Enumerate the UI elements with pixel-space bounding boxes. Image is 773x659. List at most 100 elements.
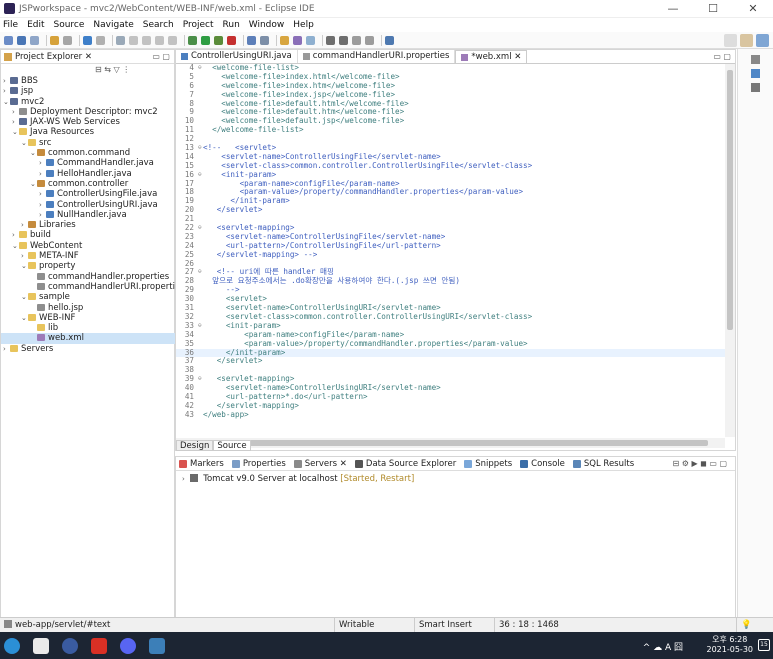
acrobat-icon[interactable] <box>91 637 107 654</box>
task-list-icon[interactable] <box>751 69 760 78</box>
vertical-scrollbar[interactable] <box>725 64 735 437</box>
tree-item[interactable]: ⌄ sample <box>1 292 175 302</box>
expand-chevron-icon[interactable]: › <box>182 475 185 483</box>
code-editor[interactable]: 4 ⊖ <welcome-file-list> 5 <welcome-file>in… <box>176 64 725 437</box>
external-tools-icon[interactable] <box>227 35 236 45</box>
filter-icon[interactable]: ▽ <box>114 65 120 74</box>
back-icon[interactable] <box>352 35 361 45</box>
debug-icon[interactable] <box>188 35 197 45</box>
code-line[interactable]: 20 </servlet> <box>176 205 725 215</box>
resume-icon[interactable] <box>116 35 125 45</box>
save-icon[interactable] <box>17 35 26 45</box>
notification-icon[interactable]: 15 <box>758 639 770 651</box>
editor-view-controls-icon[interactable]: ▭ ▢ <box>713 50 735 63</box>
coverage-icon[interactable] <box>214 35 223 45</box>
menu-source[interactable]: Source <box>54 20 85 30</box>
tree-chevron-icon[interactable]: ⌄ <box>12 241 19 251</box>
search-icon[interactable] <box>724 34 737 47</box>
photos-icon[interactable] <box>149 637 165 654</box>
tree-item[interactable]: › build <box>1 230 175 240</box>
minimized-view-icon[interactable] <box>751 83 760 92</box>
collapse-all-icon[interactable]: ⊟ <box>95 65 102 74</box>
open-folder-icon[interactable] <box>280 35 289 45</box>
eclipse-taskbar-icon[interactable] <box>62 637 78 654</box>
start-icon[interactable] <box>4 637 20 654</box>
tree-chevron-icon[interactable]: › <box>39 169 46 179</box>
project-explorer-tab[interactable]: Project Explorer ✕ ▭ ▢ <box>1 50 174 64</box>
design-tab[interactable]: Design <box>176 440 214 451</box>
step-into-icon[interactable] <box>155 35 164 45</box>
tree-item[interactable]: web.xml <box>1 333 175 344</box>
next-annotation-icon[interactable] <box>326 35 335 45</box>
forward-icon[interactable] <box>365 35 374 45</box>
open-perspective-icon[interactable] <box>740 34 753 47</box>
code-line[interactable]: 43 </web-app> <box>176 410 725 420</box>
tab-snippets[interactable]: Snippets <box>464 459 512 469</box>
lightbulb-icon[interactable]: 💡 <box>736 618 773 633</box>
view-menu-icon[interactable]: ⋮ <box>122 65 130 74</box>
tree-chevron-icon[interactable]: ⌄ <box>21 261 28 271</box>
editor-tab-controller-java[interactable]: ControllerUsingURI.java <box>176 50 298 63</box>
tree-chevron-icon[interactable]: ⌄ <box>21 313 28 323</box>
editor-tab-properties[interactable]: commandHandlerURI.properties <box>298 50 456 63</box>
close-button[interactable]: ✕ <box>733 0 773 18</box>
tree-item[interactable]: › Libraries <box>1 220 175 230</box>
tree-chevron-icon[interactable]: › <box>39 210 46 220</box>
menu-project[interactable]: Project <box>183 20 214 30</box>
tree-chevron-icon[interactable]: ⌄ <box>21 138 28 148</box>
menu-search[interactable]: Search <box>143 20 174 30</box>
tree-chevron-icon[interactable]: › <box>12 107 19 117</box>
tree-item[interactable]: ⌄ WebContent <box>1 241 175 251</box>
step-over-icon[interactable] <box>168 35 177 45</box>
code-line[interactable]: 42 </servlet-mapping> <box>176 401 725 411</box>
tree-chevron-icon[interactable]: ⌄ <box>12 127 19 137</box>
servers-toolbar-icons[interactable]: ⊟ ⚙ ▶ ◼ ▭ ▢ <box>673 459 728 468</box>
skip-breakpoints-icon[interactable] <box>96 35 105 45</box>
tree-item[interactable]: ⌄ Java Resources <box>1 127 175 137</box>
tree-item[interactable]: commandHandler.properties <box>1 272 175 282</box>
maximize-button[interactable]: ☐ <box>693 0 733 18</box>
tree-item[interactable]: ⌄ common.controller <box>1 179 175 189</box>
tree-item[interactable]: ⌄ common.command <box>1 148 175 158</box>
tab-data-source-explorer[interactable]: Data Source Explorer <box>354 459 456 469</box>
annotation-icon[interactable] <box>306 35 315 45</box>
menu-file[interactable]: File <box>3 20 18 30</box>
code-line[interactable]: 28 앞으로 요청주소에서는 .do확장만을 사용하여야 한다.(.jsp 쓰면… <box>176 276 725 286</box>
tree-item[interactable]: commandHandlerURI.properties <box>1 282 185 292</box>
file-icon[interactable] <box>33 637 49 654</box>
tab-sql-results[interactable]: SQL Results <box>572 459 634 469</box>
tree-item[interactable]: › Servers <box>1 344 175 354</box>
prev-annotation-icon[interactable] <box>339 35 348 45</box>
tree-item[interactable]: ⌄ property <box>1 261 175 271</box>
discord-icon[interactable] <box>120 637 136 654</box>
scrollbar-thumb[interactable] <box>727 70 733 330</box>
tab-console[interactable]: Console <box>520 459 565 469</box>
tree-item[interactable]: › ControllerUsingFile.java <box>1 189 175 199</box>
tree-item[interactable]: › JAX-WS Web Services <box>1 117 175 127</box>
java-ee-perspective-icon[interactable] <box>756 34 769 47</box>
tree-item[interactable]: › BBS <box>1 76 175 86</box>
tree-item[interactable]: lib <box>1 323 175 333</box>
tab-properties[interactable]: Properties <box>231 459 286 469</box>
menu-run[interactable]: Run <box>223 20 240 30</box>
view-controls-icon[interactable]: ▭ ▢ <box>152 52 170 61</box>
outline-icon[interactable] <box>751 55 760 64</box>
tree-item[interactable]: ⌄ WEB-INF <box>1 313 175 323</box>
code-line[interactable]: 11 </welcome-file-list> <box>176 125 725 135</box>
tree-item[interactable]: ⌄ src <box>1 138 175 148</box>
tree-item[interactable]: › Deployment Descriptor: mvc2 <box>1 107 175 117</box>
menu-help[interactable]: Help <box>293 20 314 30</box>
tree-item[interactable]: › META-INF <box>1 251 175 261</box>
tree-item[interactable]: ⌄ mvc2 <box>1 97 175 107</box>
tree-chevron-icon[interactable]: ⌄ <box>30 179 37 189</box>
search-web-icon[interactable] <box>293 35 302 45</box>
new-web-project-icon[interactable] <box>260 35 269 45</box>
suspend-icon[interactable] <box>129 35 138 45</box>
tree-item[interactable]: › ControllerUsingURI.java <box>1 200 175 210</box>
system-tray[interactable]: ^ ☁ A 囧 <box>643 640 683 653</box>
tree-chevron-icon[interactable]: › <box>3 76 10 86</box>
horizontal-scrollbar[interactable] <box>176 438 725 448</box>
terminate-icon[interactable] <box>142 35 151 45</box>
new-icon[interactable] <box>4 35 13 45</box>
server-row[interactable]: › Tomcat v9.0 Server at localhost [Start… <box>176 471 735 484</box>
